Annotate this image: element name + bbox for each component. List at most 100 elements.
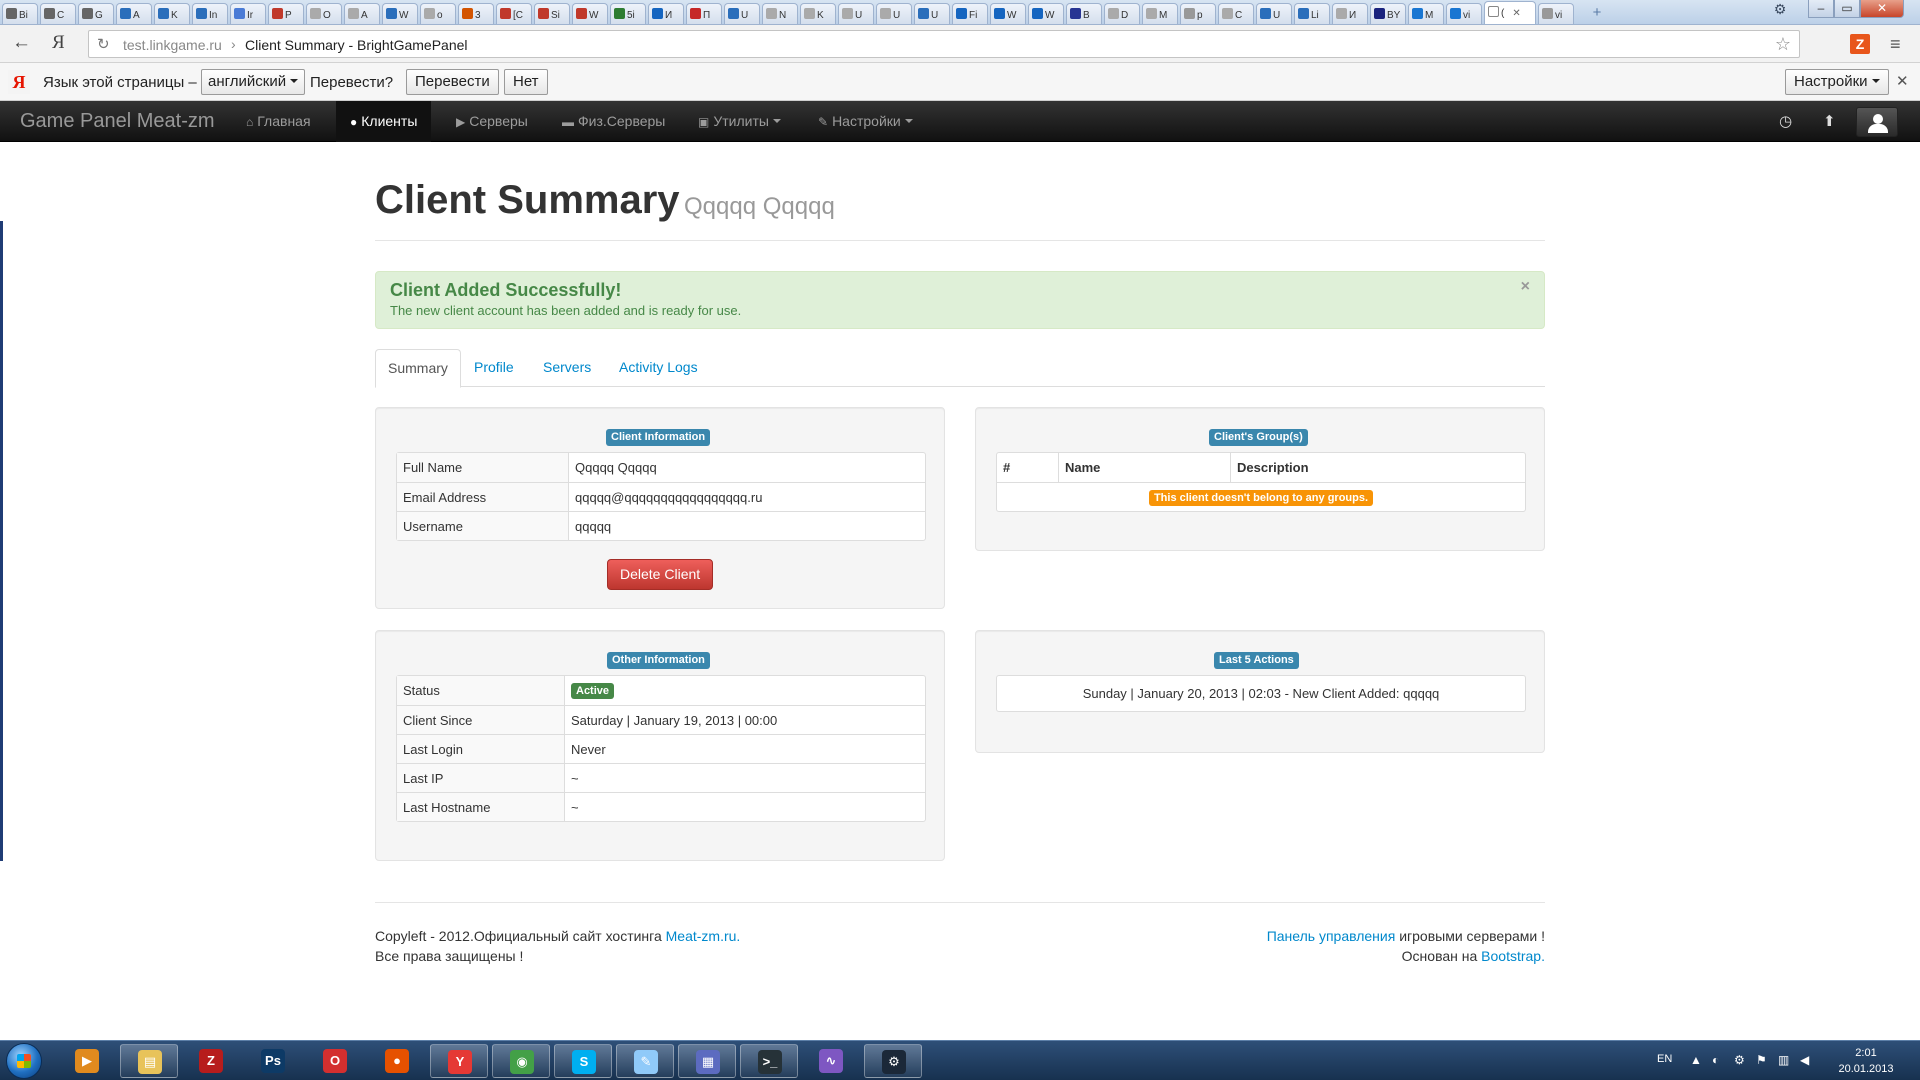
- browser-tab[interactable]: U: [838, 3, 874, 24]
- tab-servers[interactable]: Servers: [531, 349, 603, 387]
- taskbar-button[interactable]: ▦: [678, 1044, 736, 1078]
- footer-panel-link[interactable]: Панель управления: [1267, 928, 1396, 944]
- tab-activity-logs[interactable]: Activity Logs: [607, 349, 710, 387]
- nav-item-clients[interactable]: ● Клиенты: [336, 101, 432, 142]
- brand[interactable]: Game Panel Meat-zm: [20, 110, 215, 133]
- delete-client-button[interactable]: Delete Client: [607, 559, 714, 590]
- browser-tab[interactable]: 3: [458, 3, 494, 24]
- browser-settings-gear-icon[interactable]: ⚙: [1768, 0, 1792, 18]
- close-window-button[interactable]: ✕: [1860, 0, 1904, 18]
- browser-tab[interactable]: o: [420, 3, 456, 24]
- browser-tab[interactable]: K: [154, 3, 190, 24]
- browser-tab[interactable]: U: [724, 3, 760, 24]
- taskbar-button[interactable]: ●: [368, 1044, 426, 1078]
- browser-tab[interactable]: A: [116, 3, 152, 24]
- taskbar-button[interactable]: ✎: [616, 1044, 674, 1078]
- taskbar-button[interactable]: Z: [182, 1044, 240, 1078]
- extension-z-icon[interactable]: Z: [1850, 34, 1870, 54]
- browser-tab[interactable]: D: [1104, 3, 1140, 24]
- browser-tab[interactable]: C: [40, 3, 76, 24]
- browser-tab[interactable]: Fi: [952, 3, 988, 24]
- translate-button[interactable]: Перевести: [406, 69, 499, 95]
- nav-item-physical-servers[interactable]: ▬ Физ.Серверы: [548, 101, 679, 142]
- browser-tab[interactable]: A: [344, 3, 380, 24]
- minimize-window-button[interactable]: –: [1808, 0, 1834, 18]
- yandex-home-icon[interactable]: Я: [52, 32, 65, 54]
- tab-summary[interactable]: Summary: [375, 349, 461, 388]
- maximize-window-button[interactable]: ▭: [1834, 0, 1860, 18]
- taskbar-button[interactable]: ◉: [492, 1044, 550, 1078]
- browser-tab[interactable]: W: [572, 3, 608, 24]
- bookmark-star-icon[interactable]: ☆: [1775, 34, 1791, 55]
- taskbar-clock[interactable]: 2:01 20.01.2013: [1836, 1045, 1896, 1077]
- taskbar-button[interactable]: O: [306, 1044, 364, 1078]
- browser-tab-active[interactable]: (✕: [1484, 1, 1536, 24]
- browser-tab[interactable]: BY: [1370, 3, 1406, 24]
- taskbar-button[interactable]: S: [554, 1044, 612, 1078]
- alert-close-icon[interactable]: ×: [1521, 278, 1530, 296]
- browser-tab[interactable]: vi: [1446, 3, 1482, 24]
- tab-profile[interactable]: Profile: [462, 349, 526, 387]
- translate-close-icon[interactable]: ✕: [1896, 72, 1909, 90]
- reload-icon[interactable]: ↻: [97, 35, 110, 53]
- browser-tab[interactable]: U: [1256, 3, 1292, 24]
- clock-icon[interactable]: ◷: [1779, 112, 1792, 130]
- browser-tab[interactable]: In: [192, 3, 228, 24]
- browser-tab[interactable]: И: [648, 3, 684, 24]
- browser-tab[interactable]: П: [686, 3, 722, 24]
- browser-tab[interactable]: p: [1180, 3, 1216, 24]
- tray-flag-icon[interactable]: ⚑: [1756, 1053, 1767, 1067]
- browser-tab[interactable]: M: [1142, 3, 1178, 24]
- browser-tab[interactable]: Li: [1294, 3, 1330, 24]
- browser-tab[interactable]: W: [1028, 3, 1064, 24]
- nav-item-settings[interactable]: ✎ Настройки: [804, 101, 927, 142]
- tab-close-icon[interactable]: ✕: [1512, 8, 1520, 19]
- tray-network-icon[interactable]: ▥: [1778, 1053, 1789, 1067]
- nav-item-utilities[interactable]: ▣ Утилиты: [684, 101, 795, 142]
- no-translate-button[interactable]: Нет: [504, 69, 548, 95]
- user-menu-button[interactable]: [1856, 107, 1898, 137]
- browser-tab[interactable]: C: [1218, 3, 1254, 24]
- browser-tab[interactable]: M: [1408, 3, 1444, 24]
- taskbar-button[interactable]: ▤: [120, 1044, 178, 1078]
- footer-site-link[interactable]: Meat-zm.ru.: [666, 928, 741, 944]
- browser-tab[interactable]: Si: [534, 3, 570, 24]
- upload-icon[interactable]: ⬆: [1823, 112, 1836, 130]
- input-language-indicator[interactable]: EN: [1657, 1053, 1672, 1065]
- nav-item-servers[interactable]: ▶ Серверы: [442, 101, 542, 142]
- browser-tab[interactable]: vi: [1538, 3, 1574, 24]
- browser-tab[interactable]: [C: [496, 3, 532, 24]
- browser-tab[interactable]: U: [914, 3, 950, 24]
- browser-tab[interactable]: U: [876, 3, 912, 24]
- browser-menu-icon[interactable]: ≡: [1890, 34, 1901, 55]
- new-tab-button[interactable]: +: [1586, 4, 1608, 22]
- browser-tab[interactable]: W: [990, 3, 1026, 24]
- tray-app-icon[interactable]: ◐: [1712, 1053, 1719, 1067]
- footer-bootstrap-link[interactable]: Bootstrap.: [1481, 948, 1545, 964]
- tray-steam-icon[interactable]: ⚙: [1734, 1053, 1745, 1067]
- taskbar-button[interactable]: >_: [740, 1044, 798, 1078]
- show-hidden-icons-icon[interactable]: ▲: [1690, 1053, 1702, 1067]
- browser-tab[interactable]: 5i: [610, 3, 646, 24]
- taskbar-button[interactable]: ⚙: [864, 1044, 922, 1078]
- browser-tab[interactable]: B: [1066, 3, 1102, 24]
- browser-tab[interactable]: Ir: [230, 3, 266, 24]
- tray-volume-icon[interactable]: ◀: [1800, 1053, 1809, 1067]
- taskbar-button[interactable]: Y: [430, 1044, 488, 1078]
- taskbar-button[interactable]: ∿: [802, 1044, 860, 1078]
- nav-item-home[interactable]: ⌂ Главная: [232, 101, 325, 142]
- browser-tab[interactable]: G: [78, 3, 114, 24]
- taskbar-button[interactable]: ▶: [58, 1044, 116, 1078]
- browser-tab[interactable]: P: [268, 3, 304, 24]
- language-select[interactable]: английский: [201, 69, 306, 95]
- omnibox[interactable]: ↻ test.linkgame.ru › Client Summary - Br…: [88, 30, 1800, 58]
- browser-tab[interactable]: W: [382, 3, 418, 24]
- translate-settings-dropdown[interactable]: Настройки: [1785, 69, 1889, 95]
- start-button[interactable]: [6, 1043, 42, 1079]
- browser-tab[interactable]: Bi: [2, 3, 38, 24]
- browser-tab[interactable]: И: [1332, 3, 1368, 24]
- browser-tab[interactable]: K: [800, 3, 836, 24]
- browser-tab[interactable]: O: [306, 3, 342, 24]
- taskbar-button[interactable]: Ps: [244, 1044, 302, 1078]
- back-arrow-icon[interactable]: ←: [12, 32, 31, 54]
